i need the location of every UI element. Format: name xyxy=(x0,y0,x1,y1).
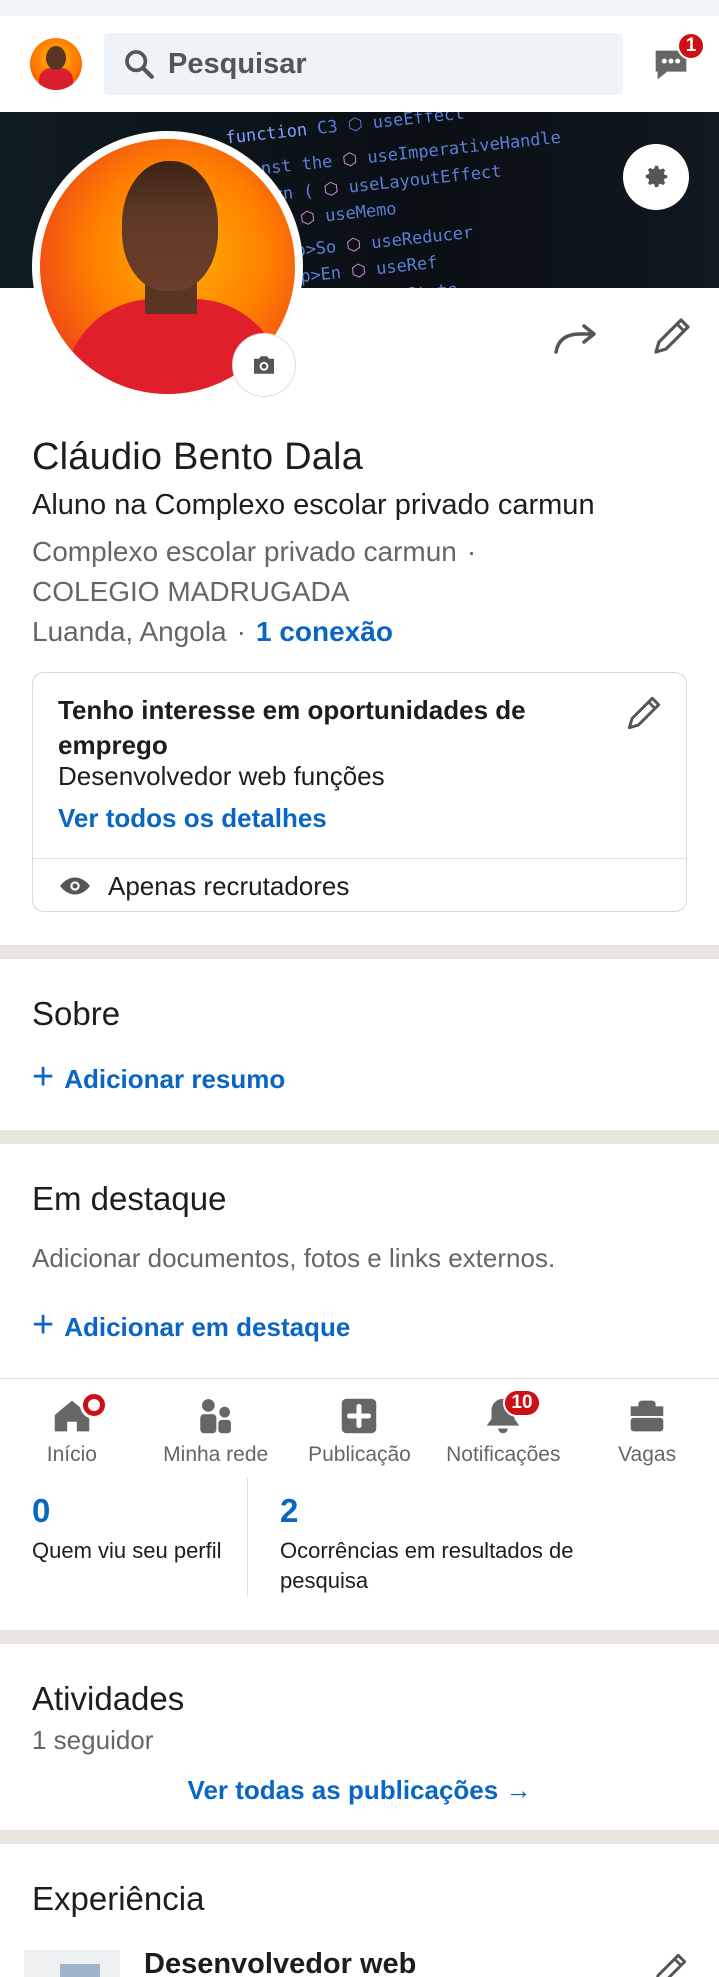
search-appearances-count: 2 xyxy=(280,1492,299,1529)
add-post-icon xyxy=(342,1398,377,1434)
section-separator xyxy=(0,1830,719,1844)
experience-role-title[interactable]: Desenvolvedor web xyxy=(144,1948,416,1977)
gear-icon xyxy=(645,165,668,188)
section-separator xyxy=(0,1630,719,1644)
connections-link[interactable]: 1 conexão xyxy=(256,616,393,647)
add-featured-label: Adicionar em destaque xyxy=(64,1311,351,1342)
section-separator xyxy=(0,945,719,959)
open-to-work-role: Desenvolvedor web funções xyxy=(58,761,385,791)
nav-notifications-label: Notificações xyxy=(446,1443,561,1466)
divider xyxy=(33,858,686,859)
my-avatar[interactable] xyxy=(30,38,82,90)
profile-stats: 0 Quem viu seu perfil 2 Ocorrências em r… xyxy=(0,1478,719,1596)
banner-code-decoration: p>So ⬡ useReducer xyxy=(294,222,475,262)
edit-open-to-work-pencil-icon[interactable] xyxy=(622,691,666,735)
messages-badge: 1 xyxy=(677,32,705,60)
edit-experience-pencil-icon[interactable] xyxy=(648,1948,692,1977)
experience-title: Experiência xyxy=(32,1880,205,1917)
add-summary-label: Adicionar resumo xyxy=(64,1063,286,1094)
bottom-navigation: Início Minha rede Publicação 10 Notifica… xyxy=(0,1378,719,1478)
add-featured-button[interactable]: + Adicionar em destaque xyxy=(32,1306,351,1344)
about-title: Sobre xyxy=(32,995,121,1032)
profile-headline: Aluno na Complexo escolar privado carmun xyxy=(32,489,595,521)
share-profile-icon[interactable] xyxy=(552,316,600,360)
nav-post-label: Publicação xyxy=(308,1443,411,1466)
edit-photo-button[interactable] xyxy=(232,333,296,397)
visibility-label: Apenas recrutadores xyxy=(108,870,350,901)
profile-education: Complexo escolar privado carmun · COLEGIO… xyxy=(32,532,692,612)
eye-icon xyxy=(60,877,90,895)
nav-post[interactable]: Publicação xyxy=(288,1379,432,1478)
followers-count: 1 seguidor xyxy=(32,1725,154,1755)
profile-views-stat[interactable]: 0 Quem viu seu perfil xyxy=(32,1492,222,1566)
edit-banner-button[interactable] xyxy=(623,144,689,210)
profile-name: Cláudio Bento Dala xyxy=(32,436,364,478)
profile-views-label: Quem viu seu perfil xyxy=(32,1538,222,1563)
nav-my-network[interactable]: Minha rede xyxy=(144,1379,288,1478)
nav-home[interactable]: Início xyxy=(0,1379,144,1478)
plus-icon: + xyxy=(32,1056,55,1098)
school-name-2: COLEGIO MADRUGADA xyxy=(32,576,350,607)
activity-title: Atividades xyxy=(32,1680,185,1717)
briefcase-icon xyxy=(630,1400,664,1432)
notifications-badge: 10 xyxy=(503,1389,541,1417)
nav-my-network-label: Minha rede xyxy=(163,1443,269,1466)
featured-description: Adicionar documentos, fotos e links exte… xyxy=(32,1243,556,1273)
home-notification-dot xyxy=(80,1391,108,1419)
company-logo xyxy=(24,1950,120,1977)
edit-profile-pencil-icon[interactable] xyxy=(648,312,696,360)
nav-notifications[interactable]: 10 Notificações xyxy=(431,1379,575,1478)
nav-home-label: Início xyxy=(46,1443,97,1466)
section-separator xyxy=(0,1130,719,1144)
separator-dot: · xyxy=(466,536,477,567)
see-all-details-link[interactable]: Ver todos os detalhes xyxy=(58,803,327,834)
profile-views-count: 0 xyxy=(32,1492,51,1529)
profile-location-row: Luanda, Angola · 1 conexão xyxy=(32,612,692,652)
camera-icon xyxy=(254,356,274,374)
see-all-posts-link[interactable]: Ver todas as publicações → xyxy=(0,1775,719,1806)
add-summary-button[interactable]: + Adicionar resumo xyxy=(32,1058,286,1096)
search-appearances-stat[interactable]: 2 Ocorrências em resultados de pesquisa xyxy=(280,1492,660,1596)
plus-icon: + xyxy=(32,1304,55,1346)
visibility-row: Apenas recrutadores xyxy=(58,869,349,903)
featured-title: Em destaque xyxy=(32,1180,227,1217)
open-to-work-title: Tenho interesse em oportunidades de empr… xyxy=(58,695,526,760)
search-appearances-label: Ocorrências em resultados de pesquisa xyxy=(280,1538,574,1593)
top-bar: Pesquisar 1 xyxy=(0,16,719,112)
nav-jobs[interactable]: Vagas xyxy=(575,1379,719,1478)
separator-dot: · xyxy=(236,616,246,647)
network-icon xyxy=(199,1399,231,1434)
messaging-button[interactable]: 1 xyxy=(645,32,705,90)
profile-intro: Cláudio Bento Dala Aluno na Complexo esc… xyxy=(32,436,692,652)
open-to-work-card[interactable]: Tenho interesse em oportunidades de empr… xyxy=(32,672,687,912)
search-placeholder: Pesquisar xyxy=(168,47,307,80)
nav-jobs-label: Vagas xyxy=(618,1443,677,1466)
profile-location: Luanda, Angola xyxy=(32,616,227,647)
school-name: Complexo escolar privado carmun xyxy=(32,536,457,567)
search-icon xyxy=(125,50,154,79)
status-strip xyxy=(0,0,719,16)
search-input[interactable]: Pesquisar xyxy=(104,33,623,95)
divider xyxy=(247,1478,248,1596)
banner-code-decoration: ⬡ useMemo xyxy=(299,198,398,230)
